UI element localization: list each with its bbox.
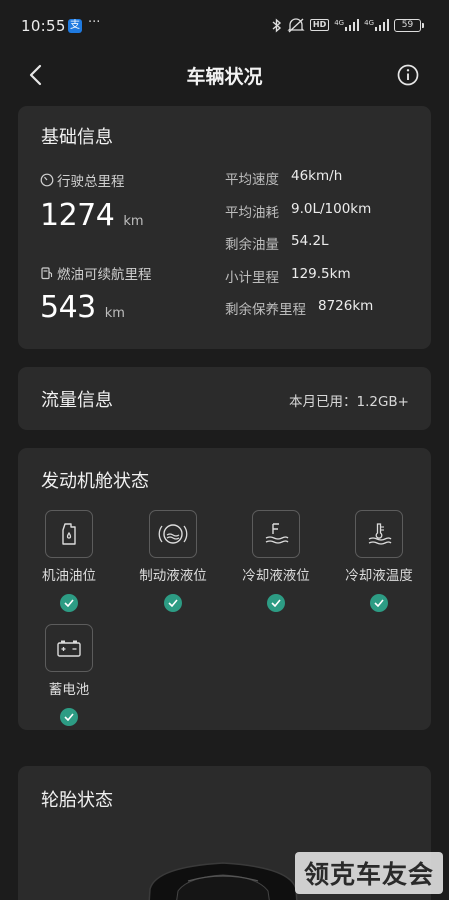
engine-item-battery[interactable]: 蓄电池 bbox=[24, 624, 114, 726]
stat-label: 平均速度 bbox=[225, 172, 279, 188]
range: 543 km bbox=[40, 290, 125, 325]
network-gen-label-1: 4G bbox=[334, 19, 345, 27]
stat-label: 剩余保养里程 bbox=[225, 302, 306, 318]
stat-row: 平均油耗 9.0L/100km bbox=[225, 201, 373, 234]
more-notifications-icon: ··· bbox=[88, 15, 101, 30]
range-unit: km bbox=[104, 306, 125, 321]
engine-item-label: 制动液液位 bbox=[139, 568, 207, 584]
engine-item-brake-fluid[interactable]: 制动液液位 bbox=[128, 510, 218, 612]
traffic-usage: 本月已用：1.2GB+ bbox=[288, 394, 409, 410]
stat-label: 小计里程 bbox=[225, 269, 279, 286]
check-ok-icon bbox=[370, 594, 388, 612]
total-mileage-label: 行驶总里程 bbox=[57, 174, 125, 190]
engine-item-coolant-temp[interactable]: 冷却液温度 bbox=[334, 510, 424, 612]
traffic-title: 流量信息 bbox=[41, 390, 113, 411]
signal-2-icon: 4G bbox=[364, 19, 389, 31]
traffic-card[interactable]: 流量信息 本月已用：1.2GB+ bbox=[18, 367, 431, 430]
basic-info-card: 基础信息 行驶总里程 1274 km 燃油可续航里程 543 km 平均速度 46km… bbox=[18, 106, 431, 349]
check-ok-icon bbox=[60, 708, 78, 726]
stat-label: 平均油耗 bbox=[225, 204, 279, 221]
stat-value: 8726km bbox=[318, 298, 374, 314]
engine-status-title: 发动机舱状态 bbox=[41, 471, 149, 492]
status-indicators: HD 4G 4G 59 bbox=[272, 17, 424, 33]
oil-can-icon bbox=[45, 510, 93, 558]
info-button[interactable] bbox=[397, 64, 419, 86]
engine-item-label: 蓄电池 bbox=[48, 682, 90, 698]
odometer-icon bbox=[40, 173, 54, 187]
total-mileage-label-row: 行驶总里程 bbox=[40, 170, 125, 190]
stat-row: 剩余油量 54.2L bbox=[225, 233, 373, 266]
car-topview-image bbox=[148, 862, 298, 900]
signal-1-icon: 4G bbox=[334, 19, 360, 31]
range-label-row: 燃油可续航里程 bbox=[40, 263, 152, 283]
stat-value: 54.2L bbox=[291, 233, 329, 249]
stat-value: 9.0L/100km bbox=[291, 200, 372, 217]
forum-watermark: 领克车友会 bbox=[295, 852, 443, 894]
total-mileage-value: 1274 bbox=[40, 198, 115, 233]
tire-status-title: 轮胎状态 bbox=[41, 790, 113, 811]
engine-status-card: 发动机舱状态 机油油位 制动液液位 冷却液液位 冷却液温度 蓄电池 bbox=[18, 448, 431, 730]
stat-value: 46km/h bbox=[291, 168, 343, 184]
coolant-level-icon bbox=[252, 510, 300, 558]
total-mileage-unit: km bbox=[123, 214, 144, 229]
engine-item-label: 机油油位 bbox=[42, 568, 96, 584]
range-value: 543 bbox=[40, 290, 96, 325]
bluetooth-icon bbox=[272, 17, 281, 33]
range-label: 燃油可续航里程 bbox=[57, 267, 152, 283]
stat-label: 剩余油量 bbox=[225, 237, 279, 253]
engine-item-coolant-level[interactable]: 冷却液液位 bbox=[231, 510, 321, 612]
fuel-pump-icon bbox=[41, 267, 53, 280]
page-title: 车辆状况 bbox=[186, 66, 263, 88]
brake-fluid-icon bbox=[149, 510, 197, 558]
stat-row: 平均速度 46km/h bbox=[225, 168, 373, 201]
coolant-temp-icon bbox=[355, 510, 403, 558]
mute-icon bbox=[287, 17, 305, 33]
stat-row: 剩余保养里程 8726km bbox=[225, 298, 373, 331]
total-mileage: 1274 km bbox=[40, 198, 144, 233]
alipay-icon: 支 bbox=[68, 19, 82, 33]
battery-icon bbox=[45, 624, 93, 672]
status-bar: 10:55 支 ··· HD 4G 4G 59 bbox=[0, 0, 449, 52]
basic-info-title: 基础信息 bbox=[41, 127, 113, 148]
engine-item-label: 冷却液液位 bbox=[242, 568, 310, 584]
check-ok-icon bbox=[60, 594, 78, 612]
check-ok-icon bbox=[267, 594, 285, 612]
engine-item-label: 冷却液温度 bbox=[345, 568, 413, 584]
top-nav: 车辆状况 bbox=[0, 52, 449, 98]
engine-item-oil[interactable]: 机油油位 bbox=[24, 510, 114, 612]
network-gen-label-2: 4G bbox=[364, 19, 374, 27]
stat-value: 129.5km bbox=[291, 265, 351, 282]
battery-level: 59 bbox=[394, 18, 424, 32]
stats-list: 平均速度 46km/h 平均油耗 9.0L/100km 剩余油量 54.2L 小计里程… bbox=[225, 168, 373, 331]
hd-voice-icon: HD bbox=[309, 19, 330, 31]
check-ok-icon bbox=[164, 594, 182, 612]
status-time: 10:55 bbox=[21, 17, 66, 35]
stat-row: 小计里程 129.5km bbox=[225, 266, 373, 299]
